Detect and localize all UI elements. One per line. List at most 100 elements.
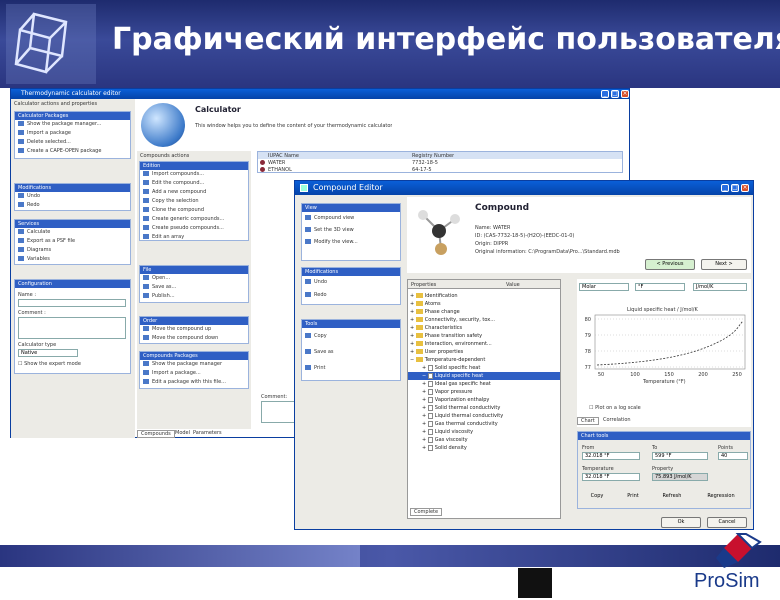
tree-row[interactable]: + Phase transition safety (408, 332, 560, 340)
panel-order: Order Move the compound up Move the comp… (139, 316, 249, 344)
ok-button[interactable]: Ok (661, 517, 701, 528)
tree-row[interactable]: + Vaporization enthalpy (408, 396, 560, 404)
tree-row[interactable]: + Gas viscosity (408, 436, 560, 444)
tree-row[interactable]: + Liquid thermal conductivity (408, 412, 560, 420)
action-copy-selection[interactable]: Copy the selection (140, 197, 248, 206)
tab-complete[interactable]: Complete (410, 508, 443, 516)
previous-button[interactable]: < Previous (645, 259, 695, 270)
save-as-button[interactable]: Save as (302, 344, 400, 360)
export-psf-button[interactable]: Export as a PSF file (15, 237, 130, 246)
close-button[interactable]: × (741, 184, 749, 192)
comment-field[interactable] (18, 317, 126, 339)
action-edit-compound[interactable]: Edit the compound... (140, 179, 248, 188)
tree-row[interactable]: + Ideal gas specific heat (408, 380, 560, 388)
y-tick-label: 78 (585, 349, 591, 355)
panel-configuration: Configuration Name : Comment : Calculato… (14, 279, 131, 374)
tab-correlation[interactable]: Correlation (603, 417, 631, 423)
action-show-package-manager[interactable]: Show the package manager (140, 360, 248, 369)
table-row[interactable]: ETHANOL 64-17-5 (258, 166, 622, 173)
tree-row[interactable]: + Characteristics (408, 324, 560, 332)
tree-row[interactable]: + Connectivity, security, tox... (408, 316, 560, 324)
expert-mode-checkbox[interactable]: ☐ Show the expert mode (18, 361, 81, 367)
minimize-button[interactable]: _ (601, 90, 609, 98)
action-edit-package[interactable]: Edit a package with this file... (140, 378, 248, 387)
close-button[interactable]: × (621, 90, 629, 98)
energy-unit-select[interactable]: J/mol/K (693, 283, 747, 291)
property-field[interactable]: 75.893 J/mol/K (652, 473, 708, 481)
diagrams-button[interactable]: Diagrams (15, 246, 130, 255)
sidebar-item-package-manager[interactable]: Show the package manager... (15, 120, 130, 129)
modify-view-button[interactable]: Modify the view... (302, 236, 400, 248)
log-scale-checkbox[interactable]: ☐ Plot on a log scale (589, 405, 641, 411)
maximize-button[interactable]: □ (611, 90, 619, 98)
tree-row[interactable]: − Liquid specific heat (408, 372, 560, 380)
basis-select[interactable]: Molar (579, 283, 629, 291)
sidebar-item-import-package[interactable]: Import a package (15, 129, 130, 138)
panel-file: File Open... Save as... Publish... (139, 265, 249, 303)
calculator-type-select[interactable]: Native (18, 349, 78, 357)
view-compound-button[interactable]: Compound view (302, 212, 400, 224)
action-move-down[interactable]: Move the compound down (140, 334, 248, 343)
action-edit-array[interactable]: Edit an array (140, 233, 248, 240)
tree-row[interactable]: + Interaction, environment... (408, 340, 560, 348)
temperature-unit-select[interactable]: °F (635, 283, 685, 291)
comment-area[interactable] (261, 401, 295, 423)
action-import-package[interactable]: Import a package... (140, 369, 248, 378)
clone-icon (143, 207, 149, 212)
print-button[interactable]: Print (618, 492, 648, 503)
calculate-button[interactable]: Calculate (15, 228, 130, 237)
action-save-as[interactable]: Save as... (140, 283, 248, 292)
tree-row[interactable]: + Solid specific heat (408, 364, 560, 372)
points-field[interactable]: 40 (718, 452, 748, 460)
tree-row[interactable]: + User properties (408, 348, 560, 356)
tree-row[interactable]: + Solid density (408, 444, 560, 452)
tree-row[interactable]: − Temperature-dependent (408, 356, 560, 364)
print-button[interactable]: Print (302, 360, 400, 376)
undo-button[interactable]: Undo (15, 192, 130, 201)
from-field[interactable]: 32.018 °F (582, 452, 640, 460)
tree-row[interactable]: + Identification (408, 292, 560, 300)
tab-chart[interactable]: Chart (577, 417, 599, 425)
tree-row[interactable]: + Solid thermal conductivity (408, 404, 560, 412)
view-3d-button[interactable]: Set the 3D view (302, 224, 400, 236)
tree-row[interactable]: + Vapor pressure (408, 388, 560, 396)
action-create-pseudo[interactable]: Create pseudo compounds... (140, 224, 248, 233)
sidebar-item-create-package[interactable]: Create a CAPE-OPEN package (15, 147, 130, 156)
to-field[interactable]: 599 °F (652, 452, 708, 460)
maximize-button[interactable]: □ (731, 184, 739, 192)
action-import-compounds[interactable]: Import compounds... (140, 170, 248, 179)
x-tick-label: 250 (732, 372, 742, 378)
copy-button[interactable]: Copy (302, 328, 400, 344)
action-create-generic[interactable]: Create generic compounds... (140, 215, 248, 224)
undo-button[interactable]: Undo (302, 276, 400, 289)
variables-button[interactable]: Variables (15, 255, 130, 264)
regression-button[interactable]: Regression (694, 492, 748, 503)
sidebar-item-delete[interactable]: Delete selected... (15, 138, 130, 147)
temperature-field[interactable]: 32.018 °F (582, 473, 640, 481)
compound-header: Compound Name: WATER ID: (CAS-7732-18-5)… (407, 197, 751, 273)
table-row[interactable]: WATER 7732-18-5 (258, 159, 622, 166)
next-button[interactable]: Next > (701, 259, 747, 270)
action-clone-compound[interactable]: Clone the compound (140, 206, 248, 215)
tree-row[interactable]: + Atoms (408, 300, 560, 308)
redo-button[interactable]: Redo (15, 201, 130, 210)
tab-compounds[interactable]: Compounds (137, 430, 175, 438)
tab-parameters[interactable]: Parameters (193, 430, 222, 436)
tree-row[interactable]: + Gas thermal conductivity (408, 420, 560, 428)
copy-button[interactable]: Copy (582, 492, 612, 503)
action-move-up[interactable]: Move the compound up (140, 325, 248, 334)
name-field[interactable] (18, 299, 126, 307)
tree-row[interactable]: + Liquid viscosity (408, 428, 560, 436)
tab-model[interactable]: Model (175, 430, 190, 436)
refresh-button[interactable]: Refresh (654, 492, 690, 503)
action-publish[interactable]: Publish... (140, 292, 248, 301)
action-open[interactable]: Open... (140, 274, 248, 283)
modify-icon (305, 239, 311, 244)
redo-button[interactable]: Redo (302, 289, 400, 302)
action-add-compound[interactable]: Add a new compound (140, 188, 248, 197)
document-icon (427, 404, 433, 411)
tree-row[interactable]: + Phase change (408, 308, 560, 316)
minimize-button[interactable]: _ (721, 184, 729, 192)
cancel-button[interactable]: Cancel (707, 517, 747, 528)
tree-row-label: Characteristics (424, 325, 463, 331)
